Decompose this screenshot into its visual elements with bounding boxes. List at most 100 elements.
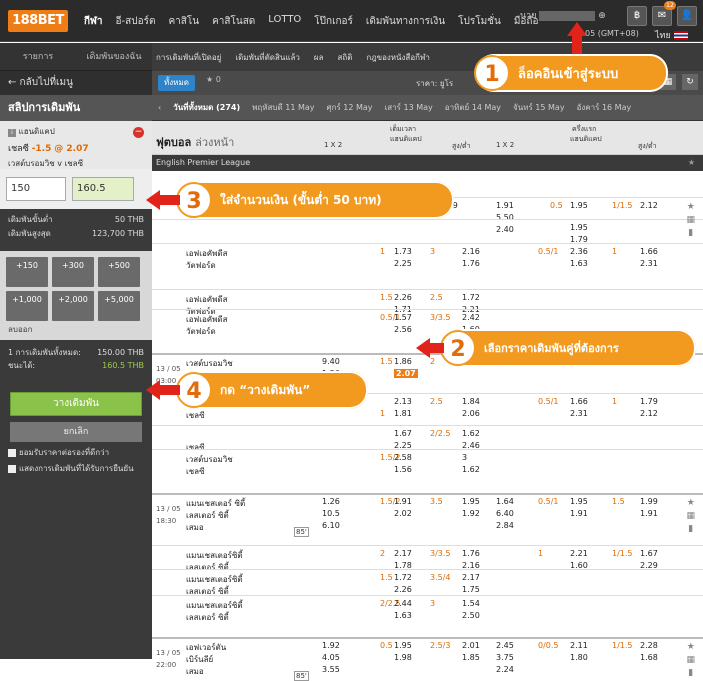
date-tab-all[interactable]: วันที่ทั้งหมด (274) (167, 101, 246, 114)
cancel-button[interactable]: ยกเลิก (10, 422, 142, 442)
date-tab-fri[interactable]: ศุกร์ 12 May (321, 101, 379, 114)
odds-over-ht[interactable]: 1.67 (640, 549, 658, 558)
ou-line-ht[interactable]: 1.5 (612, 497, 625, 506)
odds-1x2-ht[interactable]: 2.45 (496, 641, 514, 650)
odds-under[interactable]: 1.76 (462, 259, 480, 268)
hdp-line[interactable]: 1 (380, 409, 385, 418)
odds-hdp-home[interactable]: 1.57 (394, 313, 412, 322)
odds-hdp-ht-home[interactable]: 2.21 (570, 549, 588, 558)
quick-stake-150[interactable]: +150 (6, 257, 48, 287)
date-tab-thu[interactable]: พฤหัสบดี 11 May (246, 101, 320, 114)
user-name[interactable]: นาย ⊕ (520, 8, 606, 22)
odds-over[interactable]: 2.16 (462, 247, 480, 256)
odds-hdp-home[interactable]: 1.86 (394, 357, 412, 366)
odds-1x2[interactable]: 3.55 (322, 665, 340, 674)
odds-over[interactable]: 2.42 (462, 313, 480, 322)
odds-under-ht[interactable]: 1.91 (640, 509, 658, 518)
odds-over[interactable]: 1.72 (462, 293, 480, 302)
odds-under[interactable]: 2.06 (462, 409, 480, 418)
odds-hdp-home[interactable]: 1.73 (394, 247, 412, 256)
stats-icon[interactable]: ▦ (686, 510, 695, 523)
nav-live-casino[interactable]: คาสิโนสด (212, 14, 255, 29)
show-confirmed-checkbox[interactable]: แสดงการเดิมพันที่ได้รับการยืนยัน (0, 458, 152, 474)
odds-under[interactable]: 2.50 (462, 611, 480, 620)
odds-hdp-home[interactable]: 1.72 (394, 573, 412, 582)
odds-hdp-home[interactable]: 1.91 (394, 497, 412, 506)
quick-stake-2000[interactable]: +2,000 (52, 291, 94, 321)
odds-hdp-home[interactable]: 2.13 (394, 397, 412, 406)
ou-line-ht[interactable]: 1/1.5 (612, 201, 633, 210)
odds-hdp-away[interactable]: 2.26 (394, 585, 412, 594)
subnav-results[interactable]: ผล (314, 51, 324, 64)
odds-over-ht[interactable]: 1.99 (640, 497, 658, 506)
odds-hdp-home[interactable]: 2.26 (394, 293, 412, 302)
odds-hdp-ht[interactable]: 1.95 (570, 201, 588, 210)
odds-hdp-home[interactable]: 2.17 (394, 549, 412, 558)
odds-1x2-ht[interactable]: 2.40 (496, 225, 514, 234)
date-tab-mon[interactable]: จันทร์ 15 May (507, 101, 571, 114)
date-tab-sat[interactable]: เสาร์ 13 May (379, 101, 439, 114)
odds-1x2[interactable]: 6.10 (322, 521, 340, 530)
ou-line[interactable]: 2.5/3 (430, 641, 451, 650)
odds-over-ht[interactable]: 1.66 (640, 247, 658, 256)
ou-line[interactable]: 3/3.5 (430, 313, 451, 322)
hdp-line-ht[interactable]: 1 (538, 549, 543, 558)
odds-hdp-selected[interactable]: 2.07 (394, 369, 418, 378)
odds-under-ht[interactable]: 2.12 (640, 409, 658, 418)
nav-casino[interactable]: คาสิโน (168, 14, 199, 29)
odds-hdp-away[interactable]: 1.56 (394, 465, 412, 474)
favorite-star-icon[interactable]: ★ (686, 497, 695, 510)
odds-hdp-ht-home[interactable]: 2.36 (570, 247, 588, 256)
chart-icon[interactable]: ▮ (686, 227, 695, 240)
ou-line[interactable]: 2.5 (430, 397, 443, 406)
ou-line[interactable]: 2 (430, 357, 435, 366)
odds-over[interactable]: 3 (462, 453, 467, 462)
hdp-line-ht[interactable]: 0/0.5 (538, 641, 559, 650)
odds-1x2-ht[interactable]: 3.75 (496, 653, 514, 662)
ou-line[interactable]: 3/3.5 (430, 549, 451, 558)
odds-hdp-ht[interactable]: 1.95 (570, 223, 588, 232)
mail-icon[interactable]: ✉ 12 (652, 1, 676, 26)
ou-line-ht[interactable]: 1/1.5 (612, 549, 633, 558)
hdp-line[interactable]: 1.5 (380, 573, 393, 582)
odds-over[interactable]: 1.54 (462, 599, 480, 608)
odds-1x2[interactable]: 1.26 (322, 497, 340, 506)
odds-under[interactable]: 1.85 (462, 653, 480, 662)
hdp-line[interactable]: 1 (380, 247, 385, 256)
odds-under[interactable]: 1.92 (462, 509, 480, 518)
nav-promotions[interactable]: โปรโมชั่น (458, 14, 501, 29)
odds-hdp-home[interactable]: 2.44 (394, 599, 412, 608)
odds-hdp-home[interactable]: 1.95 (394, 641, 412, 650)
odds-hdp-ht-home[interactable]: 1.66 (570, 397, 588, 406)
odds-under-ht[interactable]: 2.31 (640, 259, 658, 268)
filter-all[interactable]: ทั้งหมด (158, 75, 195, 91)
odds-1x2-ht[interactable]: 1.91 (496, 201, 514, 210)
ou-line[interactable]: 3 (430, 599, 435, 608)
odds-1x2-ht[interactable]: 6.40 (496, 509, 514, 518)
ou-line-ht[interactable]: 1/1.5 (612, 641, 633, 650)
refresh-icon[interactable]: ↻ (682, 74, 698, 90)
ou-line-ht[interactable]: 1 (612, 247, 617, 256)
odds-hdp-ht-home[interactable]: 2.11 (570, 641, 588, 650)
tab-my-bets[interactable]: เดิมพันของฉัน (76, 43, 152, 70)
hdp-line-ht[interactable]: 0.5 (550, 201, 563, 210)
clear-link[interactable]: ลบออก (0, 323, 152, 340)
odds-1x2[interactable]: 1.92 (322, 641, 340, 650)
odds-over-ht[interactable]: 2.28 (640, 641, 658, 650)
date-tab-sun[interactable]: อาทิตย์ 14 May (439, 101, 507, 114)
odds-hdp-away[interactable]: 1.81 (394, 409, 412, 418)
nav-esports[interactable]: อี-สปอร์ต (116, 14, 156, 29)
quick-stake-500[interactable]: +500 (98, 257, 140, 287)
remove-bet-icon[interactable]: − (133, 127, 144, 138)
nav-poker[interactable]: โป๊กเกอร์ (314, 14, 353, 29)
balance-icon[interactable]: ฿ (627, 6, 647, 26)
odds-format-select[interactable]: ราคา: ยูโร (416, 77, 453, 90)
nav-financial[interactable]: เดิมพันทางการเงิน (366, 14, 445, 29)
hdp-line[interactable]: 2 (380, 549, 385, 558)
plus-icon[interactable]: ⊕ (598, 11, 606, 21)
subnav-rules[interactable]: กฎของหนังสือกีฬา (366, 51, 430, 64)
odds-1x2-ht[interactable]: 1.64 (496, 497, 514, 506)
odds-hdp-ht-home[interactable]: 1.95 (570, 497, 588, 506)
ou-line[interactable]: 3 (430, 247, 435, 256)
place-bet-button[interactable]: วางเดิมพัน (10, 392, 142, 416)
